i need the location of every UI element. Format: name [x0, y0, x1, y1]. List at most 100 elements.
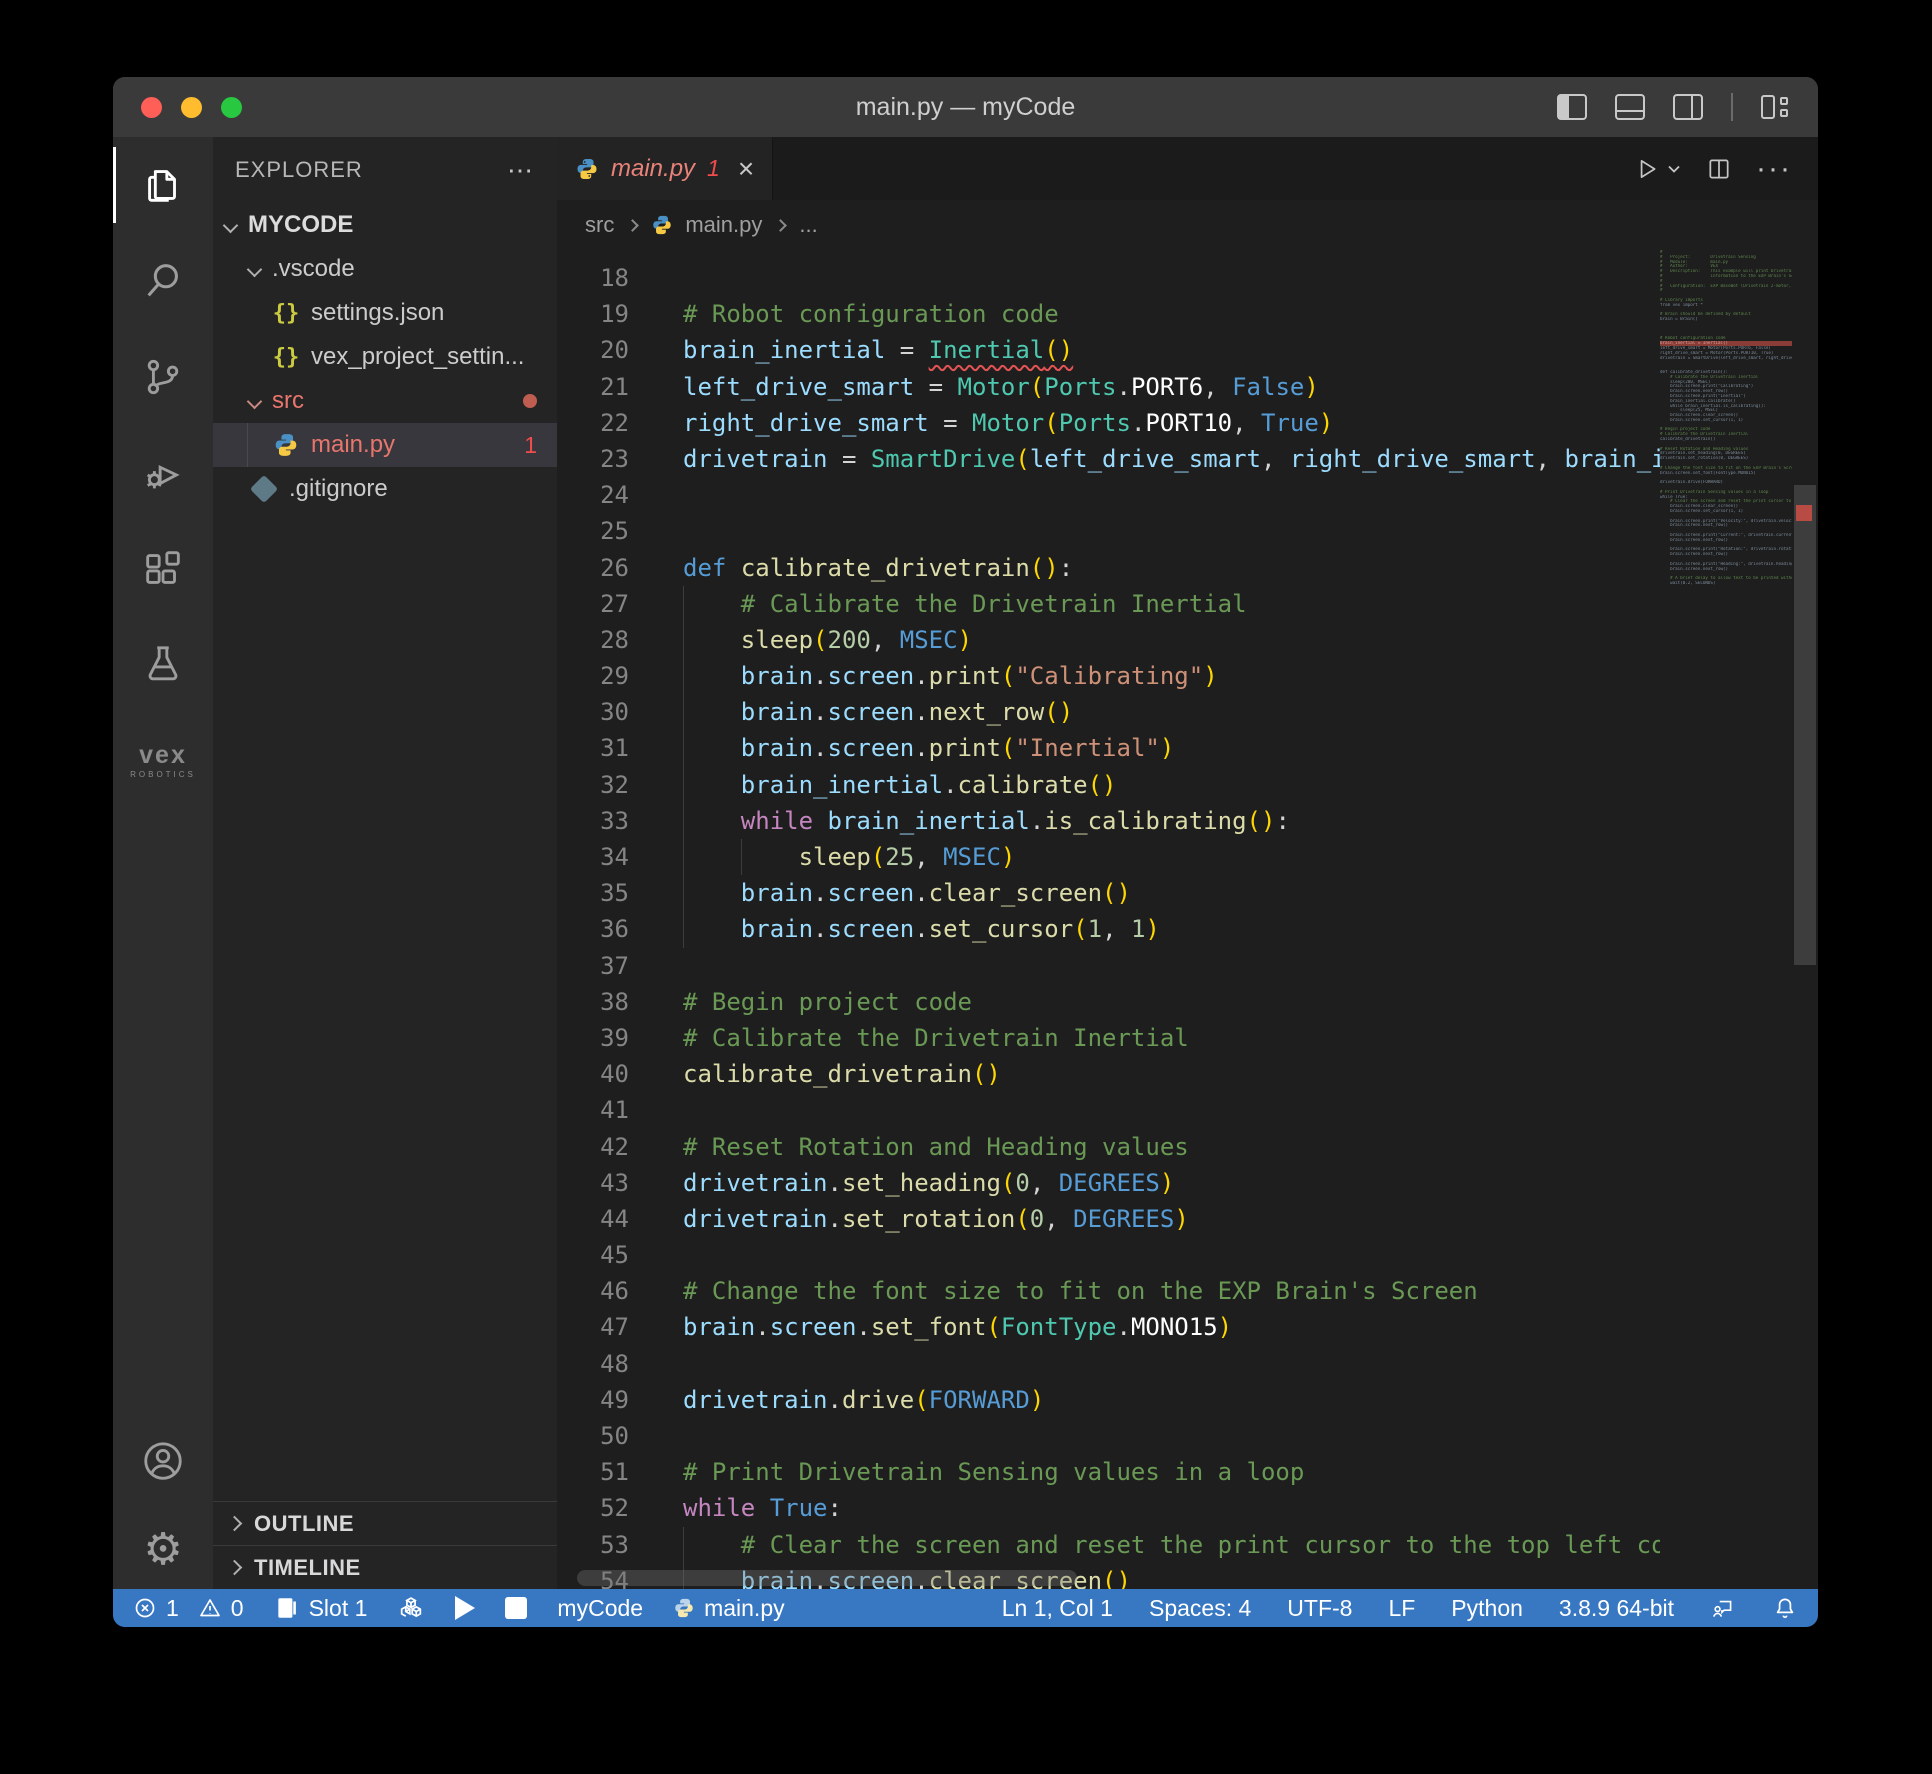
zoom-window-button[interactable] [221, 97, 242, 118]
code-line-47: 47brain.screen.set_font(FontType.MONO15) [557, 1309, 1660, 1345]
code-line-32: 32 brain_inertial.calibrate() [557, 767, 1660, 803]
line-number: 52 [557, 1490, 629, 1526]
minimap[interactable]: ## Project: Drivetrain Sensing# Module: … [1660, 250, 1792, 1589]
tab-main-py[interactable]: main.py 1 × [557, 137, 773, 200]
code-line-35: 35 brain.screen.clear_screen() [557, 875, 1660, 911]
line-number: 31 [557, 730, 629, 766]
line-number: 26 [557, 550, 629, 586]
overview-error-marker [1796, 505, 1812, 521]
line-number: 48 [557, 1346, 629, 1382]
code-line-38: 38# Begin project code [557, 984, 1660, 1020]
tree-item--vscode[interactable]: .vscode [213, 247, 557, 291]
code-line-22: 22right_drive_smart = Motor(Ports.PORT10… [557, 405, 1660, 441]
tree-item-vex-project-settin-[interactable]: {}vex_project_settin... [213, 335, 557, 379]
explorer-title: EXPLORER [235, 157, 363, 183]
settings-gear-icon[interactable]: ⚙ [113, 1509, 213, 1589]
code-line-26: 26def calibrate_drivetrain(): [557, 550, 1660, 586]
scrollbar-thumb[interactable] [1794, 485, 1816, 965]
explorer-more-actions-icon[interactable]: ⋯ [507, 155, 535, 186]
testing-flask-icon[interactable] [113, 617, 213, 713]
active-file[interactable]: main.py [673, 1595, 785, 1622]
python-version[interactable]: 3.8.9 64-bit [1559, 1595, 1674, 1622]
app-window: main.py — myCode [113, 77, 1818, 1627]
line-number: 37 [557, 948, 629, 984]
line-number: 39 [557, 1020, 629, 1056]
customize-layout-icon[interactable] [1761, 95, 1788, 119]
horizontal-scrollbar-thumb[interactable] [577, 1570, 1077, 1586]
explorer-icon[interactable] [113, 137, 213, 233]
minimize-window-button[interactable] [181, 97, 202, 118]
blocks-project-icon[interactable] [397, 1594, 425, 1622]
breadcrumb-symbol[interactable]: ... [799, 212, 817, 238]
tree-item-settings-json[interactable]: {}settings.json [213, 291, 557, 335]
problems-indicator[interactable]: 1 0 [133, 1595, 244, 1622]
tree-item-src[interactable]: src [213, 379, 557, 423]
indentation[interactable]: Spaces: 4 [1149, 1595, 1251, 1622]
titlebar-separator [1731, 93, 1733, 121]
source-control-icon[interactable] [113, 329, 213, 425]
breadcrumb-src[interactable]: src [585, 212, 614, 238]
cursor-position[interactable]: Ln 1, Col 1 [1002, 1595, 1113, 1622]
line-number: 45 [557, 1237, 629, 1273]
code-line-31: 31 brain.screen.print("Inertial") [557, 730, 1660, 766]
play-icon [455, 1596, 475, 1620]
vex-robotics-icon[interactable]: vexROBOTICS [113, 713, 213, 809]
stop-project-button[interactable] [505, 1597, 527, 1619]
toggle-sidebar-icon[interactable] [1557, 94, 1587, 120]
notifications-bell-icon[interactable] [1772, 1595, 1798, 1621]
close-tab-icon[interactable]: × [738, 153, 754, 185]
line-number: 28 [557, 622, 629, 658]
code-lines: 1819# Robot configuration code20brain_in… [557, 250, 1660, 1589]
breadcrumb-file[interactable]: main.py [685, 212, 762, 238]
more-actions-icon[interactable]: ··· [1756, 152, 1792, 186]
run-project-button[interactable] [455, 1596, 475, 1620]
line-number: 18 [557, 260, 629, 296]
modified-dot [523, 394, 537, 408]
line-number: 43 [557, 1165, 629, 1201]
eol-sequence[interactable]: LF [1388, 1595, 1415, 1622]
line-number: 42 [557, 1129, 629, 1165]
line-number: 29 [557, 658, 629, 694]
vertical-scrollbar[interactable] [1792, 250, 1818, 1589]
feedback-icon[interactable] [1710, 1595, 1736, 1621]
app-name[interactable]: myCode [557, 1595, 643, 1622]
code-line-33: 33 while brain_inertial.is_calibrating()… [557, 803, 1660, 839]
run-debug-icon[interactable] [113, 425, 213, 521]
code-line-41: 41 [557, 1092, 1660, 1128]
tab-label: main.py [611, 155, 695, 183]
extensions-icon[interactable] [113, 521, 213, 617]
encoding[interactable]: UTF-8 [1287, 1595, 1352, 1622]
json-file-icon: {} [271, 345, 301, 370]
toggle-panel-icon[interactable] [1615, 94, 1645, 120]
timeline-section[interactable]: TIMELINE [213, 1545, 557, 1589]
split-editor-icon[interactable] [1706, 156, 1732, 182]
workspace-root-folder[interactable]: MYCODE [213, 203, 557, 247]
outline-section[interactable]: OUTLINE [213, 1501, 557, 1545]
line-number: 50 [557, 1418, 629, 1454]
code-line-49: 49drivetrain.drive(FORWARD) [557, 1382, 1660, 1418]
tree-item-main-py[interactable]: main.py1 [213, 423, 557, 467]
code-line-51: 51# Print Drivetrain Sensing values in a… [557, 1454, 1660, 1490]
code-editor[interactable]: 1819# Robot configuration code20brain_in… [557, 250, 1818, 1589]
python-icon [575, 157, 599, 181]
language-mode[interactable]: Python [1451, 1595, 1523, 1622]
tab-problem-badge: 1 [707, 155, 720, 182]
code-line-44: 44drivetrain.set_rotation(0, DEGREES) [557, 1201, 1660, 1237]
run-python-file-icon[interactable] [1634, 156, 1682, 182]
json-file-icon: {} [271, 301, 301, 326]
code-line-24: 24 [557, 477, 1660, 513]
line-number: 53 [557, 1527, 629, 1563]
chevron-down-icon [223, 217, 239, 233]
account-icon[interactable] [113, 1413, 213, 1509]
code-line-25: 25 [557, 513, 1660, 549]
code-line-45: 45 [557, 1237, 1660, 1273]
slot-selector[interactable]: Slot 1 [274, 1595, 368, 1622]
line-number: 47 [557, 1309, 629, 1345]
git-file-icon [249, 479, 279, 499]
code-line-52: 52while True: [557, 1490, 1660, 1526]
code-line-18: 18 [557, 260, 1660, 296]
close-window-button[interactable] [141, 97, 162, 118]
toggle-secondary-sidebar-icon[interactable] [1673, 94, 1703, 120]
search-icon[interactable] [113, 233, 213, 329]
tree-item--gitignore[interactable]: .gitignore [213, 467, 557, 511]
